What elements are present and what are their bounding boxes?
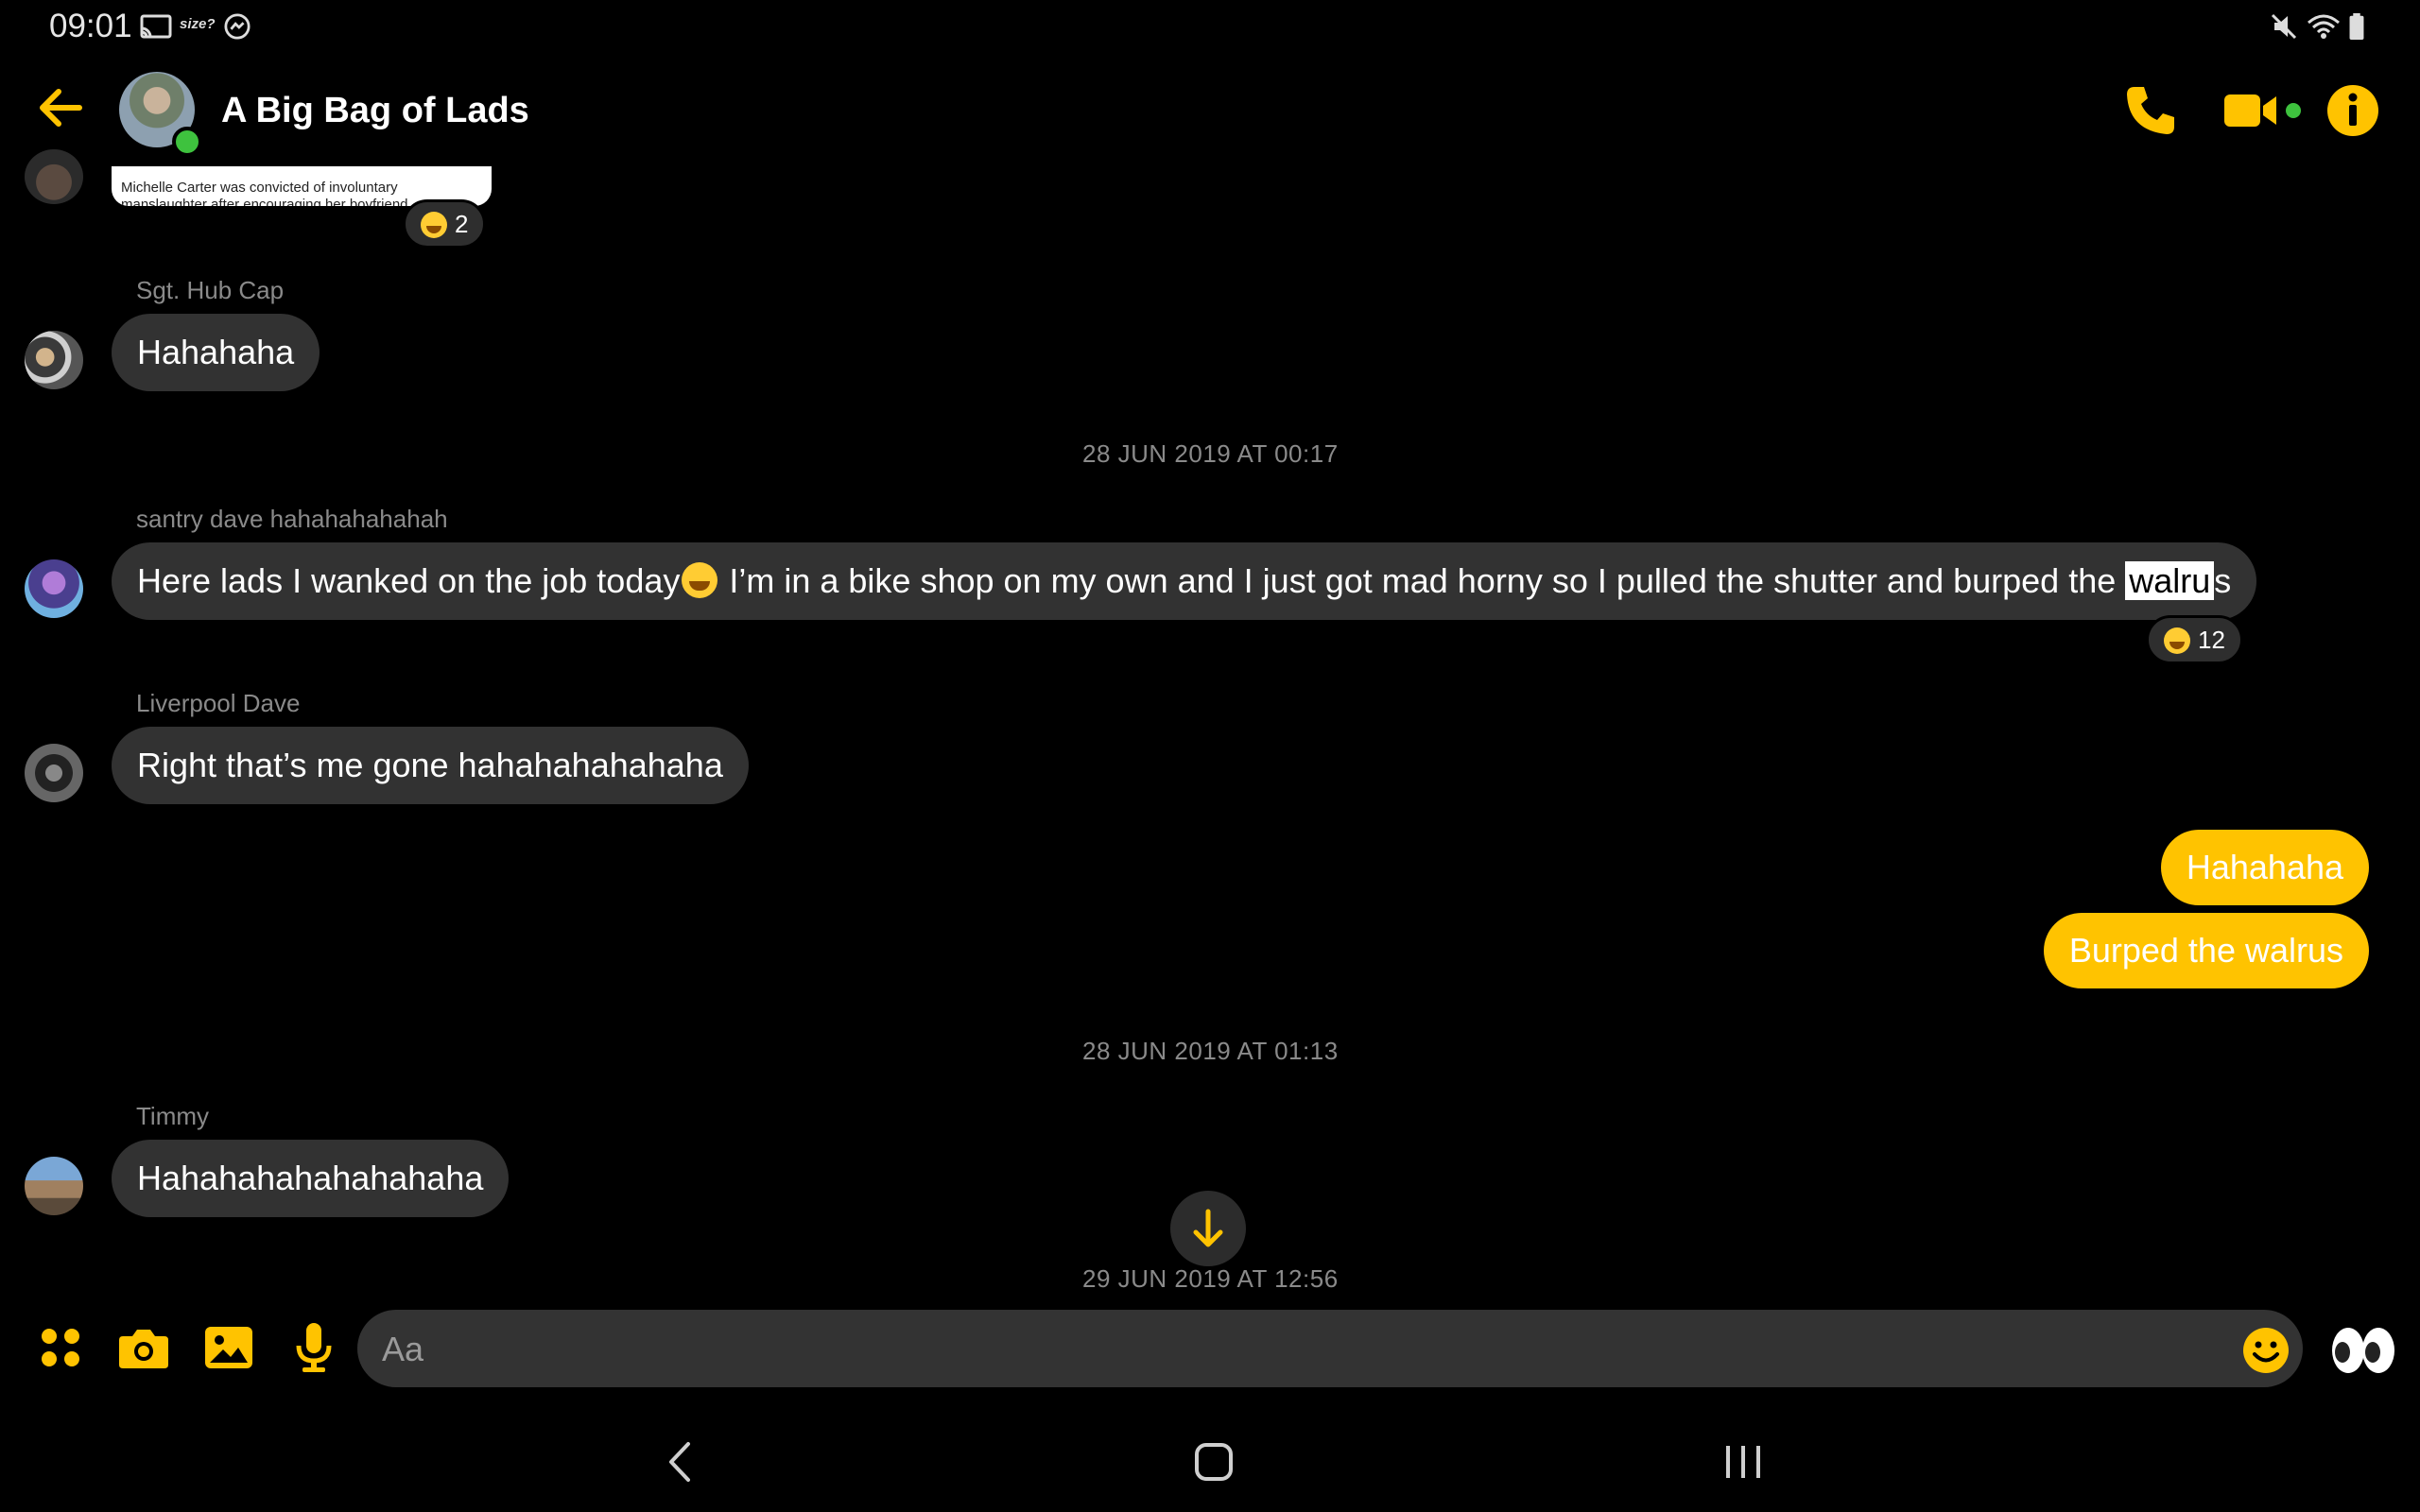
sender-name: santry dave hahahahahahah: [136, 505, 448, 533]
reaction-count: 12: [2198, 626, 2225, 654]
timestamp: 29 JUN 2019 AT 12:56: [1082, 1264, 1339, 1293]
avatar[interactable]: [25, 559, 83, 618]
wifi-icon: [2308, 14, 2340, 39]
message-input[interactable]: [357, 1310, 2303, 1387]
outgoing-message-bubble[interactable]: Burped the walrus: [2043, 913, 2369, 988]
emoji-picker-icon[interactable]: [2240, 1325, 2291, 1376]
scroll-to-bottom-button[interactable]: [1170, 1191, 1246, 1266]
avatar[interactable]: [25, 331, 83, 389]
avatar[interactable]: [25, 149, 83, 204]
battery-icon: [2349, 13, 2364, 40]
link-preview-snippet: Michelle Carter was convicted of involun…: [121, 180, 408, 206]
online-indicator: [172, 127, 202, 157]
phone-call-icon[interactable]: [2121, 81, 2180, 140]
avatar[interactable]: [25, 1157, 83, 1215]
message-bubble[interactable]: Hahahaha: [112, 314, 320, 391]
reaction-badge[interactable]: 12: [2146, 615, 2243, 664]
reaction-badge[interactable]: 2: [403, 199, 487, 249]
laughing-emoji-icon: [2164, 627, 2190, 654]
message-text: I’m in a bike shop on my own and I just …: [719, 561, 2126, 600]
timestamp: 28 JUN 2019 AT 01:13: [1082, 1037, 1339, 1065]
eyes-emoji-icon[interactable]: [2329, 1323, 2397, 1378]
outgoing-message-bubble[interactable]: Hahahaha: [2160, 830, 2369, 905]
sender-name: Sgt. Hub Cap: [136, 276, 285, 304]
chat-title[interactable]: A Big Bag of Lads: [221, 91, 529, 131]
message-bubble[interactable]: Hahahahahahahahaha: [112, 1140, 510, 1217]
microphone-icon[interactable]: [285, 1319, 342, 1376]
arrow-down-icon: [1193, 1209, 1223, 1247]
timestamp: 28 JUN 2019 AT 00:17: [1082, 439, 1339, 468]
back-arrow-icon[interactable]: [34, 81, 87, 134]
nav-home-icon[interactable]: [1187, 1435, 1240, 1489]
message-text: Here lads I wanked on the job today: [137, 561, 681, 600]
tears-of-joy-emoji-icon: [682, 562, 718, 598]
info-icon[interactable]: [2324, 81, 2382, 140]
laughing-emoji-icon: [421, 212, 447, 238]
reaction-count: 2: [455, 210, 469, 238]
mute-icon: [2271, 13, 2297, 40]
sender-name: Liverpool Dave: [136, 689, 301, 717]
gallery-icon[interactable]: [200, 1319, 257, 1376]
avatar[interactable]: [25, 744, 83, 802]
search-highlight: walru: [2125, 561, 2215, 600]
messenger-icon: [224, 13, 251, 40]
sender-name: Timmy: [136, 1102, 210, 1130]
nav-recents-icon[interactable]: [1720, 1435, 1766, 1489]
camera-icon[interactable]: [115, 1319, 172, 1376]
more-actions-icon[interactable]: [32, 1319, 89, 1376]
cast-icon: [140, 14, 172, 39]
status-time: 09:01: [49, 8, 132, 44]
message-text: s: [2214, 561, 2232, 600]
message-input-placeholder: Aa: [382, 1330, 424, 1368]
app-notification-label: size?: [180, 16, 216, 32]
nav-back-icon[interactable]: [662, 1435, 700, 1489]
video-call-icon[interactable]: [2221, 81, 2303, 140]
message-bubble[interactable]: Here lads I wanked on the job today I’m …: [112, 542, 2257, 620]
message-bubble[interactable]: Right that’s me gone hahahahahahaha: [112, 727, 749, 804]
